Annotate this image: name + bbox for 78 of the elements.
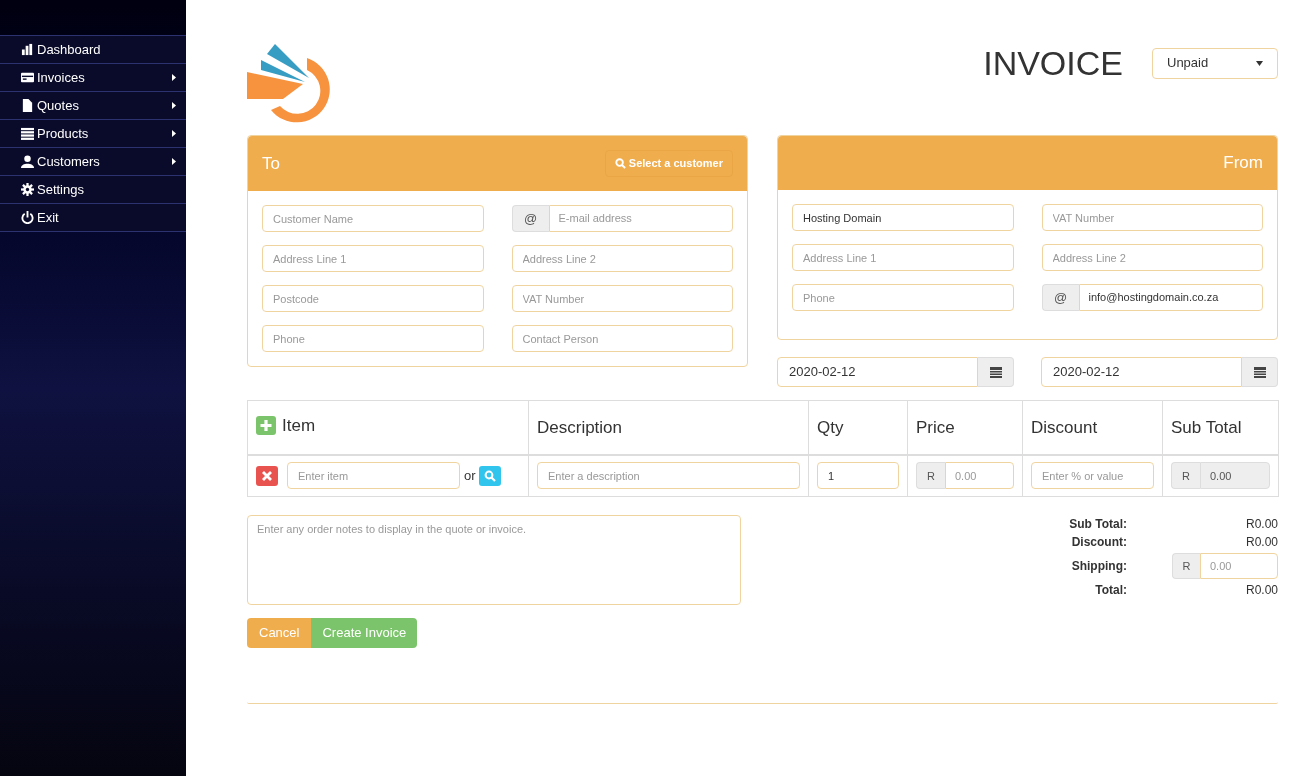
sidebar-item-label: Settings [37, 180, 84, 199]
currency-addon: R [1172, 553, 1200, 579]
total-label: Shipping: [1070, 558, 1127, 575]
sidebar-item-label: Quotes [37, 96, 79, 115]
total-value: R0.00 [1245, 582, 1278, 599]
column-header: Discount [1031, 417, 1098, 437]
text-field[interactable]: Address Line 1 [262, 245, 484, 272]
notes-field[interactable]: Enter any order notes to display in the quote or invoice. [247, 515, 741, 605]
email-field[interactable]: info@hostingdomain.co.za [1078, 284, 1263, 311]
at-addon: @ [1041, 284, 1079, 311]
column-header: Description [537, 417, 623, 437]
qty-field[interactable]: 1 [817, 462, 899, 490]
sidebar-item[interactable]: Exit [0, 204, 186, 232]
remove-icon[interactable] [256, 465, 278, 486]
text-field[interactable]: VAT Number [1041, 204, 1263, 231]
card-icon [21, 71, 34, 84]
calendar-icon [989, 366, 1002, 378]
total-label: Sub Total: [1068, 516, 1127, 533]
text-field[interactable]: VAT Number [511, 285, 733, 312]
sidebar-item[interactable]: Products [0, 120, 186, 148]
date-field[interactable]: 2020-02-12 [777, 357, 978, 387]
text-field[interactable]: Phone [262, 325, 484, 352]
invoice-title: INVOICE [983, 46, 1123, 80]
discount-field[interactable]: Enter % or value [1031, 462, 1154, 490]
panel-title: From [1223, 152, 1263, 175]
text-field[interactable]: Hosting Domain [792, 204, 1014, 231]
sidebar-item-label: Products [37, 124, 89, 143]
text-field[interactable]: Address Line 1 [792, 244, 1014, 271]
column-header: Item [282, 414, 316, 437]
email-field[interactable]: E-mail address [548, 205, 733, 232]
subtotal-field[interactable]: 0.00 [1200, 462, 1270, 490]
settings-icon [21, 183, 34, 196]
search-icon [614, 158, 626, 169]
add-icon[interactable] [256, 415, 276, 435]
sidebar-item[interactable]: Settings [0, 176, 186, 204]
document-icon [21, 99, 34, 112]
sidebar-item-label: Invoices [37, 68, 85, 87]
description-field[interactable]: Enter a description [537, 462, 800, 490]
calendar-icon [1253, 366, 1266, 378]
sidebar-item[interactable]: Quotes [0, 92, 186, 120]
column-header: Price [916, 417, 955, 437]
date-field[interactable]: 2020-02-12 [1041, 357, 1242, 387]
list-icon [21, 127, 34, 140]
status-select[interactable]: Unpaid [1152, 47, 1278, 79]
currency-addon: R [1171, 462, 1200, 490]
column-header: Qty [817, 417, 844, 437]
at-addon: @ [511, 205, 549, 232]
total-label: Total: [1094, 582, 1127, 599]
sidebar-item-label: Exit [37, 208, 59, 227]
sidebar-item[interactable]: Dashboard [0, 36, 186, 64]
power-icon [21, 211, 34, 224]
price-field[interactable]: 0.00 [945, 462, 1014, 490]
user-icon [21, 155, 34, 168]
total-label: Discount: [1070, 534, 1127, 551]
text-field[interactable]: Customer Name [262, 205, 484, 232]
text-field[interactable]: Address Line 2 [511, 245, 733, 272]
text-field[interactable]: Phone [792, 284, 1014, 311]
caret-icon [1256, 60, 1263, 66]
currency-addon: R [916, 462, 945, 490]
calendar-button[interactable] [978, 357, 1014, 387]
sidebar-item[interactable]: Customers [0, 148, 186, 176]
total-value: R0.00 [1245, 516, 1278, 533]
total-value: R0.00 [1245, 534, 1278, 551]
panel-title: To [262, 152, 280, 175]
status-value: Unpaid [1167, 54, 1209, 73]
calendar-button[interactable] [1242, 357, 1278, 387]
or-label: or [464, 467, 476, 485]
text-field[interactable]: Address Line 2 [1041, 244, 1263, 271]
sidebar-item[interactable]: Invoices [0, 64, 186, 92]
shipping-field[interactable]: 0.00 [1200, 553, 1278, 579]
item-field[interactable]: Enter item [287, 462, 460, 490]
chart-icon [21, 43, 34, 56]
column-header: Sub Total [1171, 417, 1242, 437]
search-icon[interactable] [478, 465, 501, 486]
sidebar-item-label: Customers [37, 152, 100, 171]
text-field[interactable]: Contact Person [511, 325, 733, 352]
text-field[interactable]: Postcode [262, 285, 484, 312]
sidebar-item-label: Dashboard [37, 40, 101, 59]
